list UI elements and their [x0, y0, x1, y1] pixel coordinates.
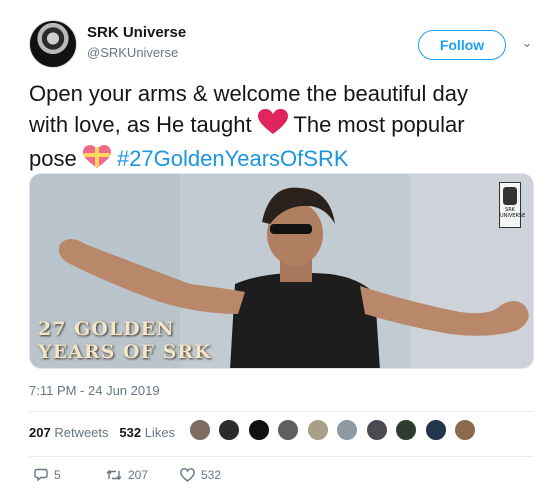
likes-stat[interactable]: 532 Likes	[119, 425, 175, 440]
liker-avatar[interactable]	[336, 419, 359, 441]
tweet-media-image[interactable]: SRK UNIVERSE 27 GOLDEN YEARS OF SRK	[29, 173, 534, 369]
divider	[29, 456, 534, 457]
retweet-icon	[106, 469, 122, 481]
tweet-stats: 207 Retweets 532 Likes	[29, 425, 175, 440]
reply-action[interactable]: 5	[34, 468, 61, 482]
liker-avatar[interactable]	[247, 419, 270, 441]
user-name[interactable]: SRK Universe	[87, 24, 186, 41]
retweet-action[interactable]: 207	[106, 468, 148, 482]
reply-count: 5	[54, 468, 61, 482]
retweets-stat[interactable]: 207 Retweets	[29, 425, 109, 440]
liker-avatar[interactable]	[218, 419, 241, 441]
like-action[interactable]: 532	[180, 468, 221, 482]
user-handle[interactable]: @SRKUniverse	[87, 45, 178, 60]
tweet-line-2a: with love, as He taught	[29, 112, 258, 137]
red-heart-emoji	[257, 109, 288, 143]
media-caption-line-1: 27 GOLDEN	[38, 318, 175, 340]
tweet-header: SRK Universe @SRKUniverse Follow ⌄	[29, 20, 540, 68]
tweet-timestamp[interactable]: 7:11 PM - 24 Jun 2019	[29, 383, 160, 398]
media-caption: 27 GOLDEN YEARS OF SRK	[38, 318, 212, 364]
follow-button[interactable]: Follow	[418, 30, 506, 60]
liker-avatars	[189, 419, 479, 445]
tweet-line-1: Open your arms & welcome the beautiful d…	[29, 81, 469, 106]
liker-avatar[interactable]	[454, 419, 477, 441]
liker-avatar[interactable]	[306, 419, 329, 441]
media-caption-line-2: YEARS OF SRK	[38, 341, 212, 363]
liker-avatar[interactable]	[395, 419, 418, 441]
divider	[29, 411, 534, 412]
tweet-line-2b: The most popular	[287, 112, 465, 137]
tweet-text: Open your arms & welcome the beautiful d…	[29, 78, 534, 177]
caret-down-icon[interactable]: ⌄	[518, 34, 536, 52]
liker-avatar[interactable]	[365, 419, 388, 441]
liker-avatar[interactable]	[424, 419, 447, 441]
avatar[interactable]	[29, 20, 77, 68]
liker-avatar[interactable]	[277, 419, 300, 441]
like-count: 532	[201, 468, 222, 482]
tweet-line-3a: pose	[29, 146, 83, 171]
hashtag-link[interactable]: #27GoldenYearsOfSRK	[117, 146, 349, 171]
liker-avatar[interactable]	[189, 419, 211, 441]
retweet-count: 207	[128, 468, 149, 482]
reply-icon	[34, 468, 48, 482]
like-icon	[180, 468, 195, 482]
brand-logo: SRK UNIVERSE	[499, 182, 525, 228]
